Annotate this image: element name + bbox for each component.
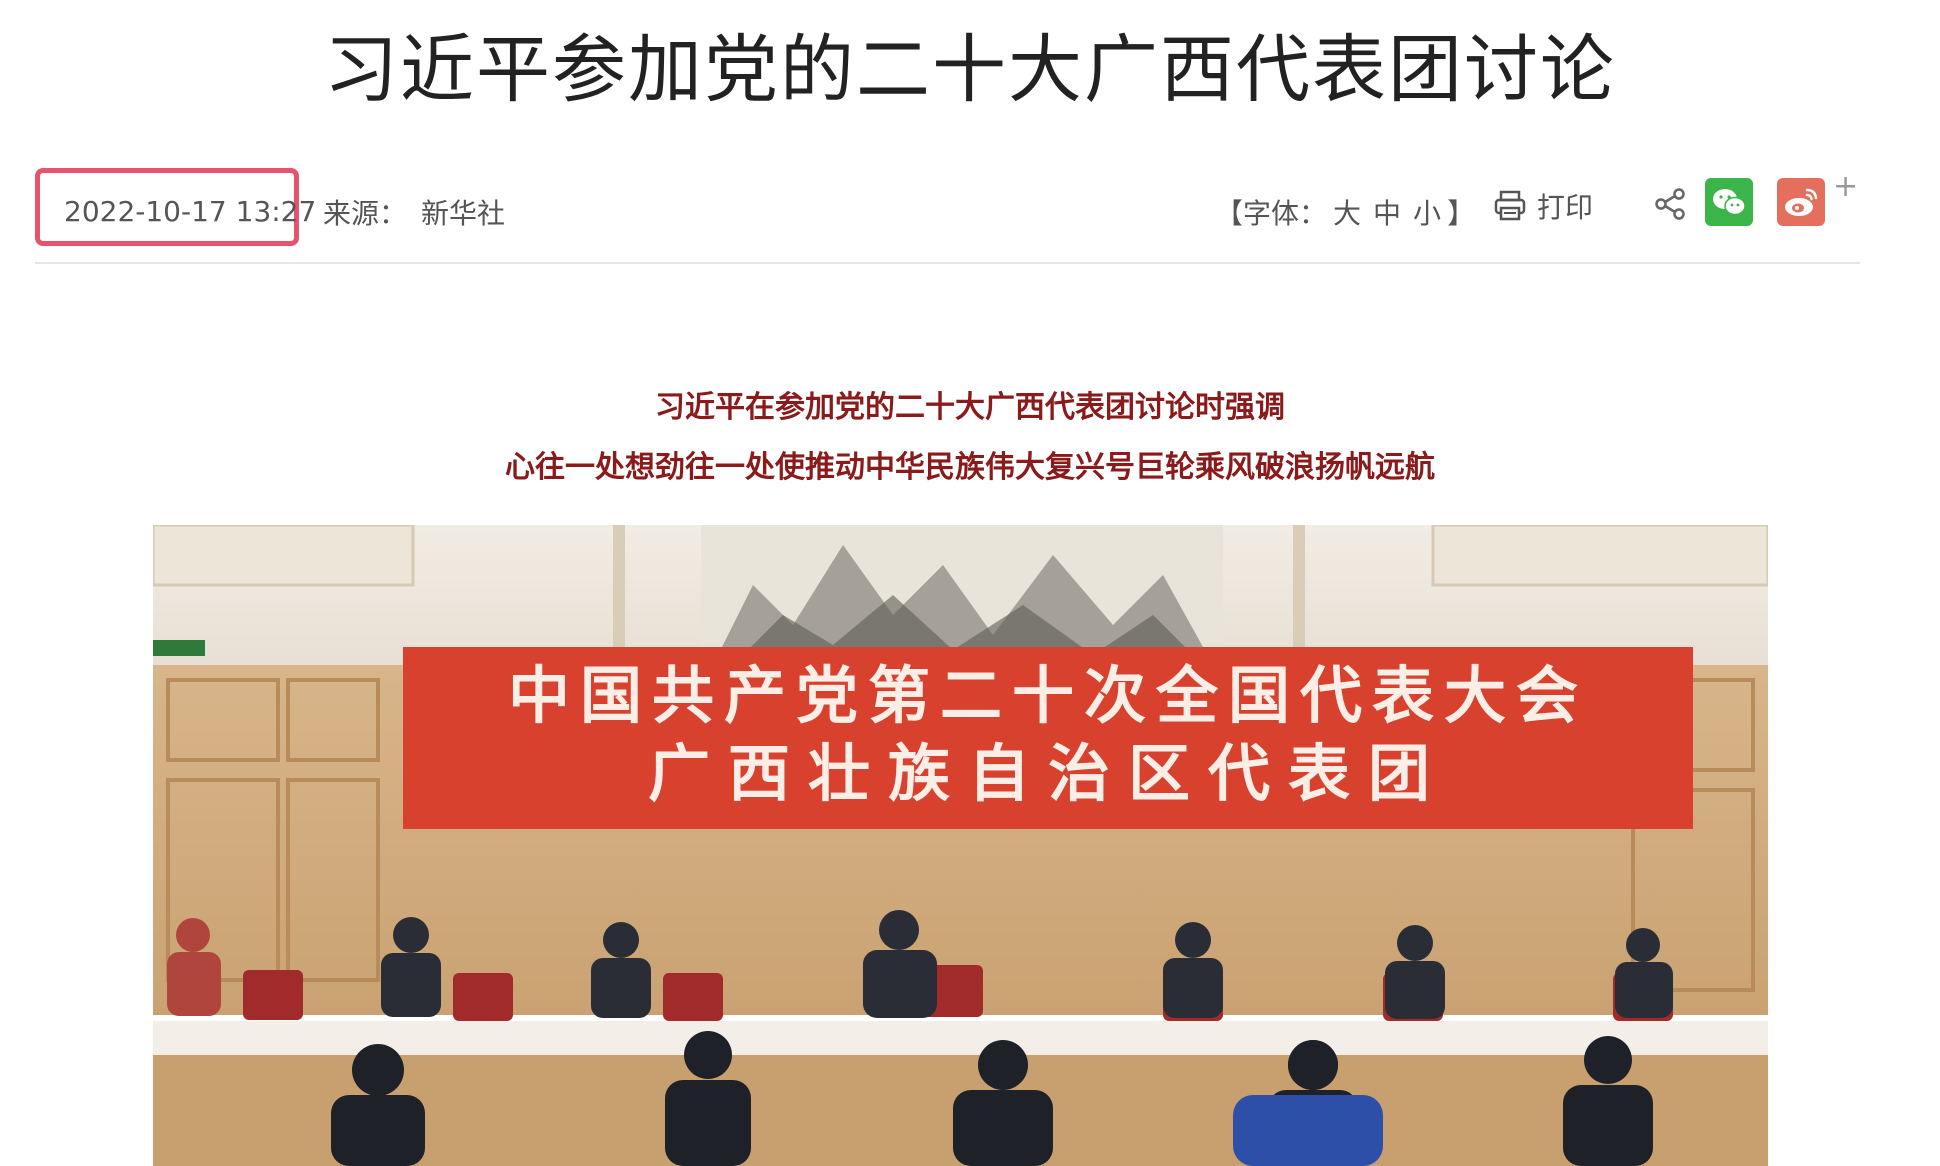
article-title: 习近平参加党的二十大广西代表团讨论 xyxy=(324,27,1616,113)
meeting-photo: 中国共产党第二十次全国代表大会 广西壮族自治区代表团 xyxy=(153,525,1768,1166)
wechat-share-button[interactable] xyxy=(1705,178,1753,226)
source-label: 来源： xyxy=(323,197,408,230)
weibo-share-button[interactable] xyxy=(1777,178,1825,226)
share-icon[interactable] xyxy=(1653,186,1689,222)
banner-text-line-1: 中国共产党第二十次全国代表大会 xyxy=(508,659,1588,732)
print-button[interactable]: 打印 xyxy=(1493,186,1593,226)
font-size-label: 【字体： xyxy=(1215,197,1328,230)
article-meta-bar: 2022-10-17 13:27 来源： 新华社 【字体：大中小】 打印 + xyxy=(35,168,1860,264)
font-size-small-button[interactable]: 小 xyxy=(1413,197,1441,230)
source-info: 来源： 新华社 xyxy=(323,192,505,232)
font-size-bracket-close: 】 xyxy=(1447,197,1476,230)
article-photo: 中国共产党第二十次全国代表大会 广西壮族自治区代表团 xyxy=(153,525,1768,1166)
print-label: 打印 xyxy=(1537,191,1594,224)
font-size-medium-button[interactable]: 中 xyxy=(1373,197,1401,230)
source-name: 新华社 xyxy=(421,197,506,230)
banner-text-line-2: 广西壮族自治区代表团 xyxy=(648,737,1448,810)
subtitle-line-1: 习近平在参加党的二十大广西代表团讨论时强调 xyxy=(655,390,1285,425)
wechat-icon xyxy=(1713,189,1746,216)
font-size-selector: 【字体：大中小】 xyxy=(1215,192,1475,232)
publish-datetime: 2022-10-17 13:27 xyxy=(64,195,317,228)
date-highlight-box: 2022-10-17 13:27 xyxy=(35,168,316,246)
weibo-icon xyxy=(1785,188,1818,216)
font-size-large-button[interactable]: 大 xyxy=(1333,197,1361,230)
printer-icon xyxy=(1494,190,1526,221)
more-share-button[interactable]: + xyxy=(1833,172,1858,202)
subtitle-line-2: 心往一处想劲往一处使推动中华民族伟大复兴号巨轮乘风破浪扬帆远航 xyxy=(505,450,1435,485)
